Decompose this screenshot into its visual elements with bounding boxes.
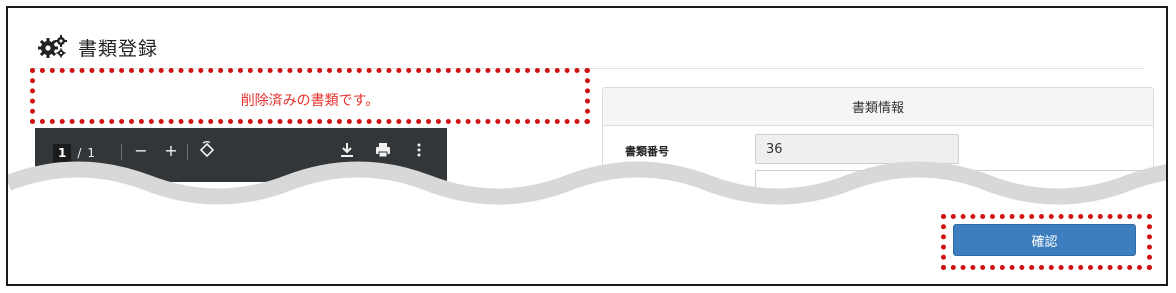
deleted-warning-highlight: 削除済みの書類です。 xyxy=(30,68,590,124)
deleted-warning-text: 削除済みの書類です。 xyxy=(240,93,380,109)
document-info-heading: 書類情報 xyxy=(603,88,1153,126)
gears-icon xyxy=(38,35,67,58)
confirm-button[interactable]: 確認 xyxy=(953,224,1136,256)
page-title: 書類登録 xyxy=(78,37,159,60)
app-frame: 書類登録 削除済みの書類です。 1 / 1 − + 書類情報 書類番号 36 種… xyxy=(6,6,1168,286)
page-header: 書類登録 xyxy=(38,30,158,64)
